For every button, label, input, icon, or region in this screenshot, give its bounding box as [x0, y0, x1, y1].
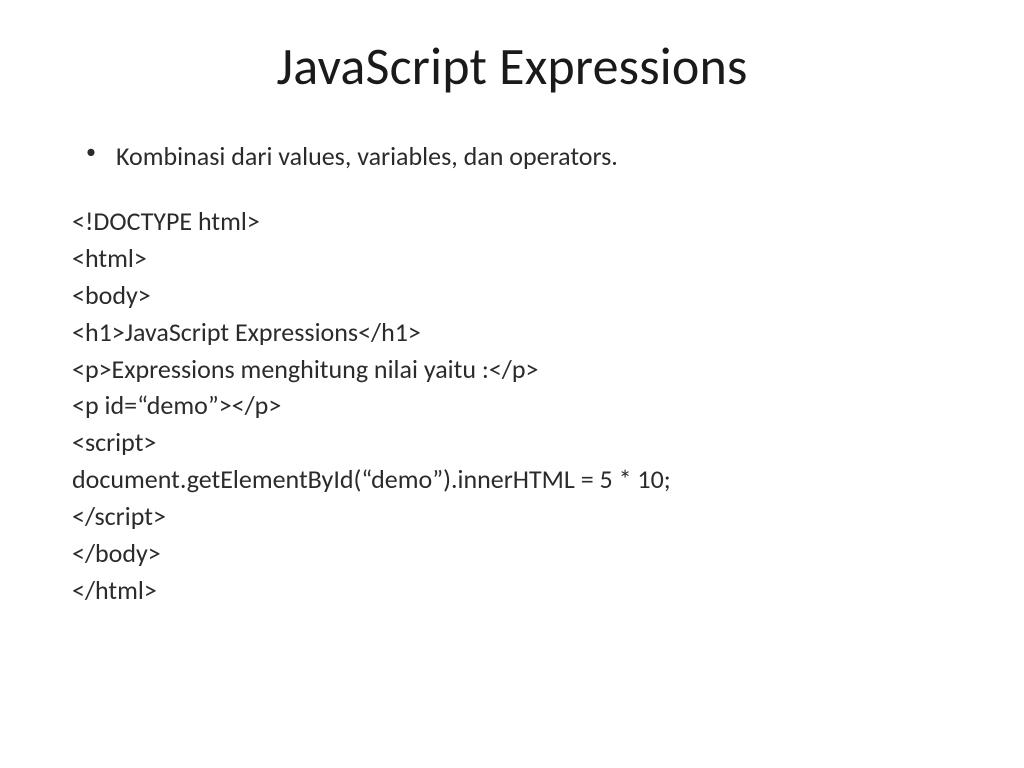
code-line: </body>: [72, 535, 952, 572]
code-line: <p>Expressions menghitung nilai yaitu :<…: [72, 351, 952, 388]
code-line: <p id=“demo”></p>: [72, 387, 952, 424]
code-line: </html>: [72, 572, 952, 609]
slide-content: Kombinasi dari values, variables, dan op…: [72, 138, 952, 609]
slide-title: JavaScript Expressions: [72, 34, 952, 98]
code-line: <script>: [72, 424, 952, 461]
code-line: <body>: [72, 277, 952, 314]
bullet-item: Kombinasi dari values, variables, dan op…: [108, 138, 952, 175]
code-line: document.getElementById(“demo”).innerHTM…: [72, 461, 952, 498]
code-block: <!DOCTYPE html> <html> <body> <h1>JavaSc…: [72, 203, 952, 609]
code-line: </script>: [72, 498, 952, 535]
bullet-list: Kombinasi dari values, variables, dan op…: [72, 138, 952, 175]
code-line: <h1>JavaScript Expressions</h1>: [72, 314, 952, 351]
code-line: <html>: [72, 240, 952, 277]
code-line: <!DOCTYPE html>: [72, 203, 952, 240]
slide: JavaScript Expressions Kombinasi dari va…: [0, 0, 1024, 768]
